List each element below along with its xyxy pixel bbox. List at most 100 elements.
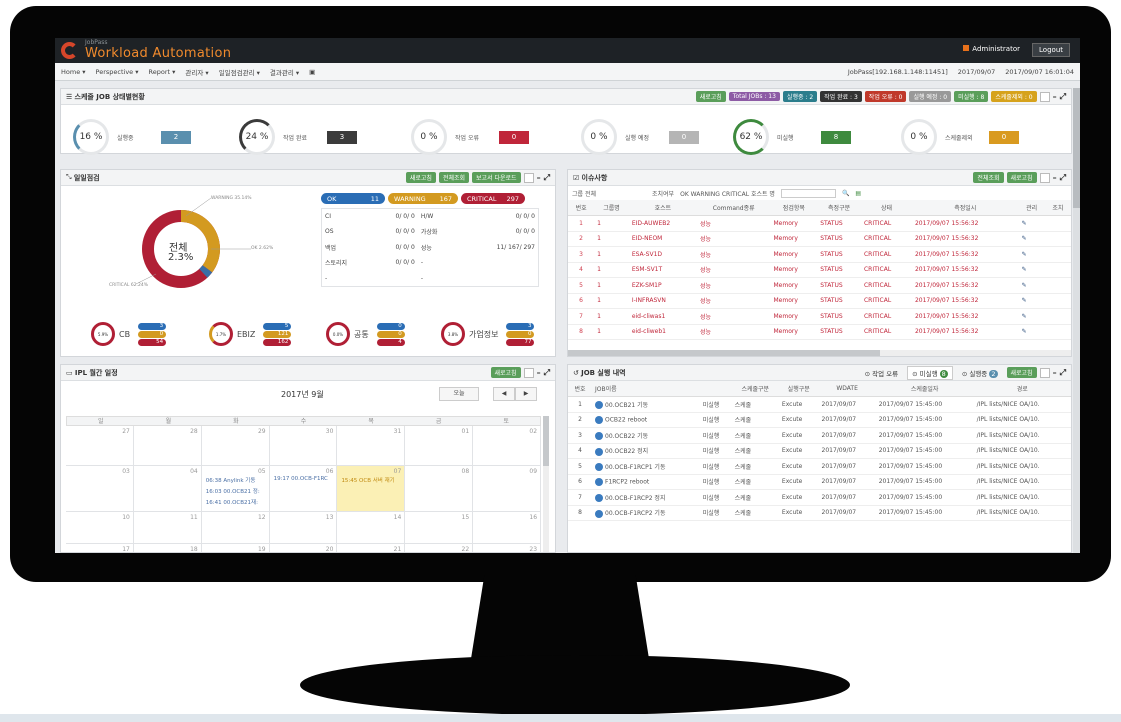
edit-icon[interactable]: ✎ <box>1018 308 1045 325</box>
refresh-button[interactable]: 새로고침 <box>1006 367 1037 378</box>
calendar-day[interactable]: 10 <box>66 512 134 544</box>
calendar-day[interactable]: 23 <box>473 544 542 552</box>
expand-icon[interactable]: ⤢ <box>1060 368 1066 378</box>
expand-icon[interactable]: ⤢ <box>1060 92 1066 102</box>
stat-count[interactable]: 0 <box>669 130 699 144</box>
panel-checkbox[interactable] <box>1039 91 1050 102</box>
calendar-day[interactable]: 29 <box>201 426 270 466</box>
logout-button[interactable]: Logout <box>1032 43 1070 57</box>
table-row[interactable]: 8 1 eid-cliweb1 성능 Memory STATUS CRITICAL 2017/… <box>568 324 1071 340</box>
calendar-day[interactable]: 12 <box>201 512 270 544</box>
table-row[interactable]: 2 OCB22 reboot 미실행 스케줄 Excute 2017/09/07 2017/… <box>568 412 1071 428</box>
calendar-day[interactable]: 14 <box>337 512 406 544</box>
minimize-icon[interactable]: – <box>537 368 541 377</box>
panel-checkbox[interactable] <box>523 367 534 378</box>
table-row[interactable]: 5 1 EZK-SM1P 성능 Memory STATUS CRITICAL 2017/09/… <box>568 277 1071 294</box>
refresh-button[interactable]: 새로고침 <box>405 172 436 183</box>
calendar-day[interactable]: 19 <box>202 544 270 552</box>
nav-results[interactable]: 결과관리 ▾ <box>270 67 299 77</box>
search-icon[interactable]: 🔍 <box>842 190 849 197</box>
nav-home[interactable]: Home ▾ <box>61 68 86 76</box>
calendar-day-today[interactable]: 07 15:45 OCB 서버 재기 <box>337 466 406 512</box>
tab-running[interactable]: ⊙ 실행중 2 <box>962 368 998 378</box>
calendar-event[interactable]: 06:38 Anylink 기동 <box>206 476 256 484</box>
edit-icon[interactable]: ✎ <box>1018 277 1045 294</box>
calendar-day[interactable]: 03 <box>66 466 134 512</box>
calendar-event[interactable]: 19:17 00.OCB-F1RC <box>274 476 328 482</box>
excel-icon[interactable]: ▤ <box>855 190 861 197</box>
edit-icon[interactable]: ✎ <box>1018 262 1045 278</box>
panel-checkbox[interactable] <box>1039 367 1050 378</box>
host-search-input[interactable] <box>780 188 836 198</box>
ok-pill[interactable]: OK 11 <box>321 193 385 204</box>
critical-pill[interactable]: CRITICAL 297 <box>461 193 525 204</box>
calendar-scrollbar[interactable] <box>543 416 549 552</box>
prev-month-button[interactable]: ◀ <box>493 387 515 401</box>
calendar-day[interactable]: 28 <box>133 426 202 466</box>
stat-count[interactable]: 0 <box>989 130 1019 144</box>
next-month-button[interactable]: ▶ <box>515 387 537 401</box>
stat-count[interactable]: 2 <box>161 130 191 144</box>
total-jobs-button[interactable]: Total JOBs : 13 <box>728 92 780 101</box>
minimize-icon[interactable]: – <box>1053 173 1057 182</box>
view-all-button[interactable]: 전체조회 <box>973 172 1004 183</box>
minimize-icon[interactable]: – <box>1053 368 1057 377</box>
edit-icon[interactable]: ✎ <box>1018 293 1045 309</box>
page-scrollbar[interactable] <box>1073 88 1080 553</box>
nav-admin[interactable]: 관리자 ▾ <box>185 67 208 77</box>
refresh-button[interactable]: 새로고침 <box>695 91 726 102</box>
table-row[interactable]: 1 1 EID-AUWEB2 성능 Memory STATUS CRITICAL 2017/0… <box>568 215 1071 232</box>
calendar-day[interactable]: 06 19:17 00.OCB-F1RC <box>269 466 338 512</box>
not-run-button[interactable]: 미실행 : 8 <box>954 91 989 102</box>
completed-button[interactable]: 작업 완료 : 3 <box>820 91 862 102</box>
minimize-icon[interactable]: – <box>537 173 541 182</box>
status-filter[interactable]: OK WARNING CRITICAL 호스트 명 <box>680 189 775 198</box>
minimize-icon[interactable]: – <box>1053 92 1057 101</box>
calendar-day[interactable]: 02 <box>473 426 542 466</box>
calendar-event[interactable]: 15:45 OCB 서버 재기 <box>341 476 394 484</box>
calendar-day[interactable]: 31 <box>337 426 406 466</box>
calendar-day[interactable]: 22 <box>405 544 474 552</box>
warning-pill[interactable]: WARNING 167 <box>388 193 458 204</box>
table-row[interactable]: 4 1 ESM-SV1T 성능 Memory STATUS CRITICAL 2017/09/… <box>568 262 1071 278</box>
calendar-day[interactable]: 04 <box>133 466 202 512</box>
nav-report[interactable]: Report ▾ <box>149 68 176 76</box>
calendar-day[interactable]: 27 <box>66 426 134 466</box>
tab-error[interactable]: ⊙ 작업 오류 <box>865 368 899 378</box>
today-button[interactable]: 오늘 <box>439 387 479 401</box>
running-button[interactable]: 실행중 : 2 <box>782 91 818 102</box>
calendar-day[interactable]: 09 <box>473 466 542 512</box>
horizontal-scrollbar[interactable] <box>568 350 1071 356</box>
calendar-day[interactable]: 11 <box>133 512 202 544</box>
view-all-button[interactable]: 전체조회 <box>438 172 470 183</box>
expand-icon[interactable]: ⤢ <box>544 368 550 378</box>
action-filter[interactable]: 조치여부 <box>652 189 674 198</box>
nav-perspective[interactable]: Perspective ▾ <box>96 68 139 76</box>
table-row[interactable]: 5 00.OCB-F1RCP1 기동 미실행 스케줄 Excute 2017/09/07 2… <box>568 458 1071 475</box>
table-row[interactable]: 7 1 eid-cliwas1 성능 Memory STATUS CRITICAL 2017/… <box>568 308 1071 325</box>
error-button[interactable]: 작업 오류 : 0 <box>864 91 907 102</box>
edit-icon[interactable]: ✎ <box>1018 215 1045 232</box>
report-download-button[interactable]: 보고서 다운로드 <box>472 172 521 183</box>
group-filter[interactable]: 그룹 전체 <box>572 189 596 198</box>
scheduled-button[interactable]: 실행 예정 : 0 <box>909 91 952 102</box>
panel-checkbox[interactable] <box>1039 172 1050 183</box>
excluded-button[interactable]: 스케줄제외 : 0 <box>991 91 1037 102</box>
calendar-day[interactable]: 21 <box>337 544 406 552</box>
table-row[interactable]: 6 F1RCP2 reboot 미실행 스케줄 Excute 2017/09/07 2017… <box>568 474 1071 490</box>
refresh-button[interactable]: 새로고침 <box>490 367 521 378</box>
monitor-icon[interactable]: ▣ <box>309 68 315 76</box>
edit-icon[interactable]: ✎ <box>1018 246 1045 263</box>
calendar-day[interactable]: 08 <box>405 466 474 512</box>
edit-icon[interactable]: ✎ <box>1018 324 1045 340</box>
calendar-day[interactable]: 17 <box>66 544 134 552</box>
calendar-day[interactable]: 05 06:38 Anylink 기동 16:03 00.OCB21 정: 16… <box>201 466 270 512</box>
stat-count[interactable]: 8 <box>821 130 851 144</box>
stat-count[interactable]: 0 <box>499 130 529 144</box>
table-row[interactable]: 7 00.OCB-F1RCP2 정지 미실행 스케줄 Excute 2017/09/07 2… <box>568 489 1071 506</box>
calendar-day[interactable]: 15 <box>405 512 474 544</box>
calendar-day[interactable]: 16 <box>473 512 542 544</box>
edit-icon[interactable]: ✎ <box>1018 231 1045 247</box>
table-row[interactable]: 3 1 ESA-SV1D 성능 Memory STATUS CRITICAL 2017/09/… <box>568 246 1071 263</box>
nav-daily-check[interactable]: 일일점검관리 ▾ <box>219 67 260 77</box>
